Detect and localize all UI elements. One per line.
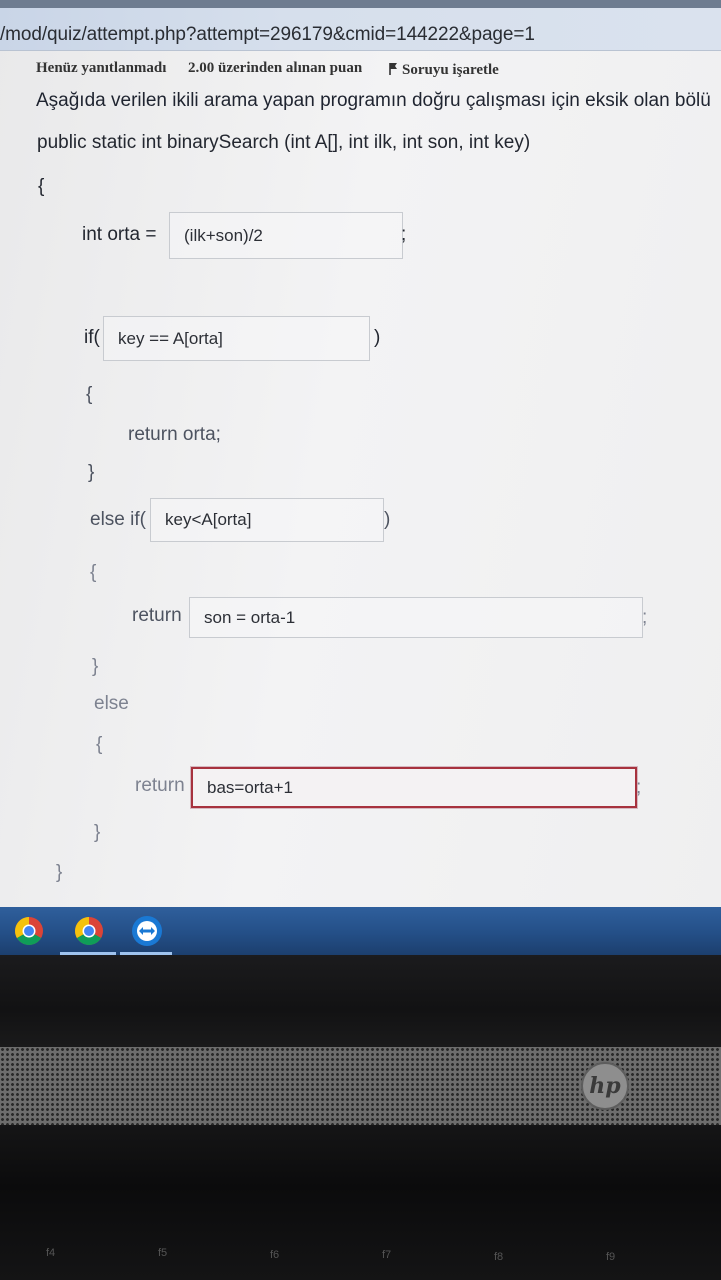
semicolon: ; (401, 224, 407, 245)
teamviewer-icon[interactable] (132, 916, 162, 946)
taskbar (0, 907, 721, 955)
question-text: Aşağıda verilen ikili arama yapan progra… (36, 90, 711, 111)
address-bar[interactable]: /mod/quiz/attempt.php?attempt=296179&cmi… (0, 8, 721, 51)
if-condition-value[interactable]: key == A[orta] (118, 329, 223, 349)
return-label: return (132, 605, 182, 626)
function-key-label: f6 (270, 1249, 280, 1261)
semicolon: ; (636, 777, 642, 798)
return-orta: return orta; (128, 424, 221, 445)
function-key-label: f8 (494, 1251, 504, 1263)
if-label: if( (84, 327, 100, 348)
else-if-condition-value[interactable]: key<A[orta] (165, 510, 251, 530)
close-paren: ) (384, 509, 391, 530)
window-top-edge (0, 0, 721, 8)
return2-answer-field[interactable]: bas=orta+1 (191, 767, 637, 808)
open-brace: { (90, 562, 97, 583)
else-label: else (94, 693, 129, 714)
flag-question-label[interactable]: Soruyu işaretle (402, 62, 499, 78)
chrome-icon[interactable] (14, 916, 44, 946)
close-brace: } (92, 656, 99, 677)
url-text[interactable]: /mod/quiz/attempt.php?attempt=296179&cmi… (0, 24, 535, 46)
else-if-condition-field[interactable]: key<A[orta] (150, 498, 384, 542)
close-paren: ) (374, 327, 381, 348)
speaker-grille: hp (0, 1047, 721, 1125)
semicolon: ; (642, 607, 648, 628)
hp-logo: hp (581, 1062, 629, 1110)
question-status: Henüz yanıtlanmadı (36, 60, 167, 76)
laptop-screen: /mod/quiz/attempt.php?attempt=296179&cmi… (0, 0, 721, 955)
open-brace: { (86, 384, 93, 405)
return2-answer-value[interactable]: bas=orta+1 (207, 778, 293, 798)
open-brace: { (96, 734, 103, 755)
orta-answer-field[interactable]: (ilk+son)/2 (169, 212, 403, 259)
function-key-label: f4 (46, 1247, 56, 1259)
close-brace: } (56, 862, 63, 883)
return-label: return (135, 775, 185, 796)
function-key-label: f5 (158, 1247, 168, 1259)
close-brace: } (94, 822, 101, 843)
function-key-label: f9 (606, 1251, 616, 1263)
keyboard-deck: f4 f5 f6 f7 f8 f9 (0, 1125, 721, 1280)
int-orta-label: int orta = (82, 224, 157, 245)
close-brace: } (88, 462, 95, 483)
method-signature: public static int binarySearch (int A[],… (37, 132, 531, 153)
screen-bezel (0, 955, 721, 1047)
chrome-icon[interactable] (74, 916, 104, 946)
open-brace: { (38, 176, 45, 197)
flag-icon (389, 63, 397, 75)
return1-answer-field[interactable]: son = orta-1 (189, 597, 643, 638)
flag-question-link[interactable]: Soruyu işaretle (388, 60, 499, 79)
question-grade: 2.00 üzerinden alınan puan (188, 60, 363, 76)
orta-answer-value[interactable]: (ilk+son)/2 (184, 226, 263, 246)
if-condition-field[interactable]: key == A[orta] (103, 316, 370, 361)
function-key-label: f7 (382, 1249, 392, 1261)
else-if-label: else if( (90, 509, 146, 530)
return1-answer-value[interactable]: son = orta-1 (204, 608, 295, 628)
